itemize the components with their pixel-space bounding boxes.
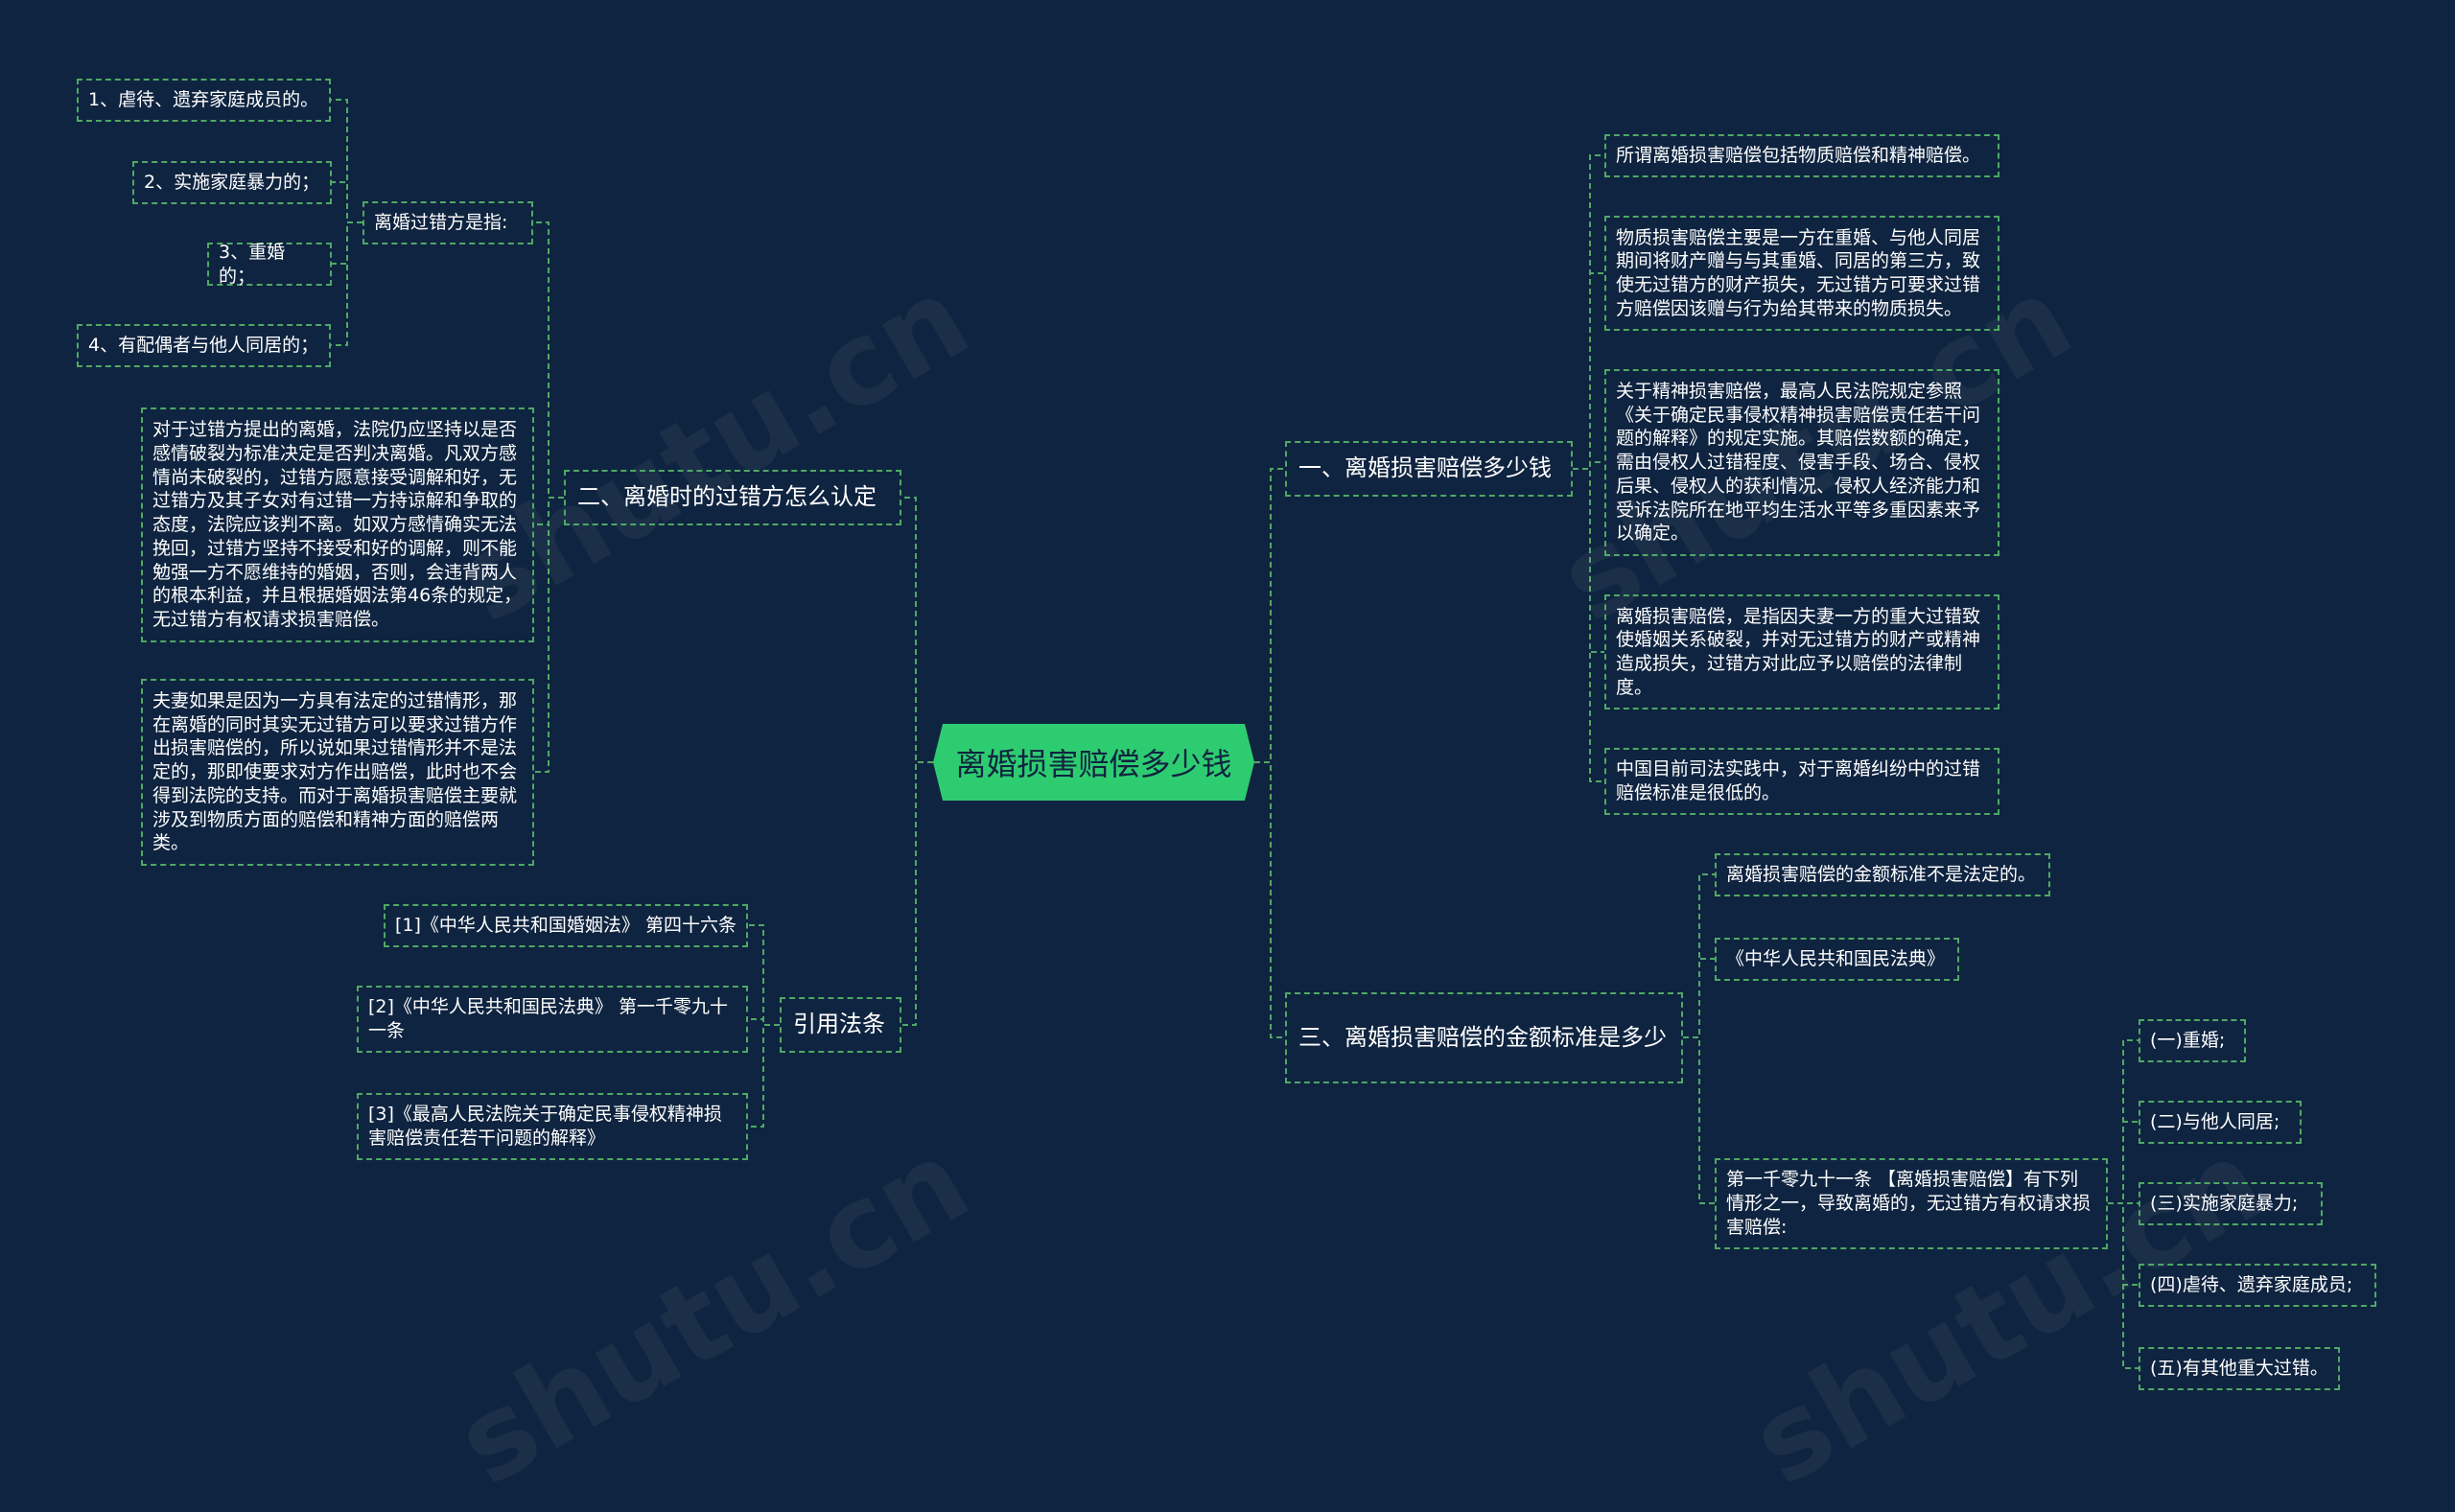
branch-3-label: 三、离婚损害赔偿的金额标准是多少	[1298, 1023, 1667, 1051]
b2-sub-leaf-3[interactable]: 3、重婚的；	[207, 242, 332, 287]
branch-1-label: 一、离婚损害赔偿多少钱	[1298, 454, 1552, 482]
b1-leaf-3[interactable]: 关于精神损害赔偿，最高人民法院规定参照《关于确定民事侵权精神损害赔偿责任若干问题…	[1604, 369, 1999, 556]
branch-4-label: 引用法条	[793, 1011, 885, 1038]
connector-line	[1573, 461, 1604, 470]
connector-line	[1573, 468, 1604, 782]
b2-sub-leaf-2[interactable]: 2、实施家庭暴力的；	[132, 161, 332, 204]
connector-line	[901, 497, 933, 763]
b3-leaf-1[interactable]: 离婚损害赔偿的金额标准不是法定的。	[1715, 853, 2050, 896]
b4-leaf-1[interactable]: [1]《中华人民共和国婚姻法》 第四十六条	[384, 904, 748, 947]
connector-line	[331, 99, 362, 223]
connector-line	[1683, 1036, 1715, 1204]
connector-line	[2108, 1039, 2139, 1204]
b3-sub-leaf-3[interactable]: (三)实施家庭暴力;	[2139, 1182, 2323, 1225]
branch-2-label: 二、离婚时的过错方怎么认定	[577, 483, 877, 511]
connector-line	[901, 761, 933, 1026]
b4-leaf-2[interactable]: [2]《中华人民共和国民法典》 第一千零九十一条	[357, 986, 748, 1053]
b2-text-2[interactable]: 夫妻如果是因为一方具有法定的过错情形，那在离婚的同时其实无过错方可以要求过错方作…	[141, 679, 534, 866]
branch-1[interactable]: 一、离婚损害赔偿多少钱	[1285, 441, 1573, 497]
b2-sub-node[interactable]: 离婚过错方是指:	[362, 201, 533, 244]
connector-line	[533, 221, 564, 499]
watermark: shutu.cn	[435, 1114, 991, 1512]
root-label: 离婚损害赔偿多少钱	[955, 746, 1232, 782]
branch-2[interactable]: 二、离婚时的过错方怎么认定	[564, 470, 901, 525]
connector-line	[1254, 761, 1285, 1038]
connector-line	[2108, 1202, 2139, 1286]
connector-line	[1573, 154, 1604, 470]
root-node[interactable]: 离婚损害赔偿多少钱	[933, 724, 1254, 801]
connector-line	[331, 221, 362, 346]
branch-4[interactable]: 引用法条	[780, 997, 901, 1053]
b1-leaf-2[interactable]: 物质损害赔偿主要是一方在重婚、与他人同居期间将财产赠与与其重婚、同居的第三方，致…	[1604, 216, 1999, 331]
b3-leaf-2[interactable]: 《中华人民共和国民法典》	[1715, 938, 1959, 981]
b2-sub-leaf-4[interactable]: 4、有配偶者与他人同居的；	[77, 324, 331, 367]
connector-line	[1254, 468, 1285, 763]
b1-leaf-1[interactable]: 所谓离婚损害赔偿包括物质赔偿和精神赔偿。	[1604, 134, 1999, 177]
connector-line	[1573, 468, 1604, 653]
connector-line	[1683, 958, 1715, 1038]
mind-map: shutu.cn shutu.cn shutu.cn shutu.cn 离婚损害…	[0, 0, 2455, 1511]
connector-line	[1573, 272, 1604, 470]
connector-line	[1683, 873, 1715, 1038]
b2-sub-leaf-1[interactable]: 1、虐待、遗弃家庭成员的。	[77, 79, 331, 122]
b2-text-1[interactable]: 对于过错方提出的离婚，法院仍应坚持以是否感情破裂为标准决定是否判决离婚。凡双方感…	[141, 407, 534, 642]
b3-sub-leaf-2[interactable]: (二)与他人同居;	[2139, 1101, 2302, 1144]
connector-line	[534, 497, 564, 773]
connector-line	[748, 1024, 780, 1128]
b1-leaf-5[interactable]: 中国目前司法实践中，对于离婚纠纷中的过错赔偿标准是很低的。	[1604, 748, 1999, 815]
connector-line	[534, 497, 564, 525]
connector-line	[748, 1018, 780, 1026]
b3-sub-leaf-5[interactable]: (五)有其他重大过错。	[2139, 1347, 2340, 1390]
connector-line	[2108, 1202, 2139, 1369]
connector-line	[748, 924, 780, 1026]
b4-leaf-3[interactable]: [3]《最高人民法院关于确定民事侵权精神损害赔偿责任若干问题的解释》	[357, 1093, 748, 1160]
connector-line	[331, 221, 362, 265]
branch-3[interactable]: 三、离婚损害赔偿的金额标准是多少	[1285, 992, 1683, 1083]
b3-sub-leaf-4[interactable]: (四)虐待、遗弃家庭成员;	[2139, 1264, 2376, 1307]
b3-sub-leaf-1[interactable]: (一)重婚;	[2139, 1019, 2246, 1062]
b3-sub-node[interactable]: 第一千零九十一条 【离婚损害赔偿】有下列情形之一，导致离婚的，无过错方有权请求损…	[1715, 1158, 2108, 1249]
b1-leaf-4[interactable]: 离婚损害赔偿，是指因夫妻一方的重大过错致使婚姻关系破裂，并对无过错方的财产或精神…	[1604, 594, 1999, 709]
connector-line	[2108, 1121, 2139, 1204]
connector-line	[331, 181, 362, 223]
